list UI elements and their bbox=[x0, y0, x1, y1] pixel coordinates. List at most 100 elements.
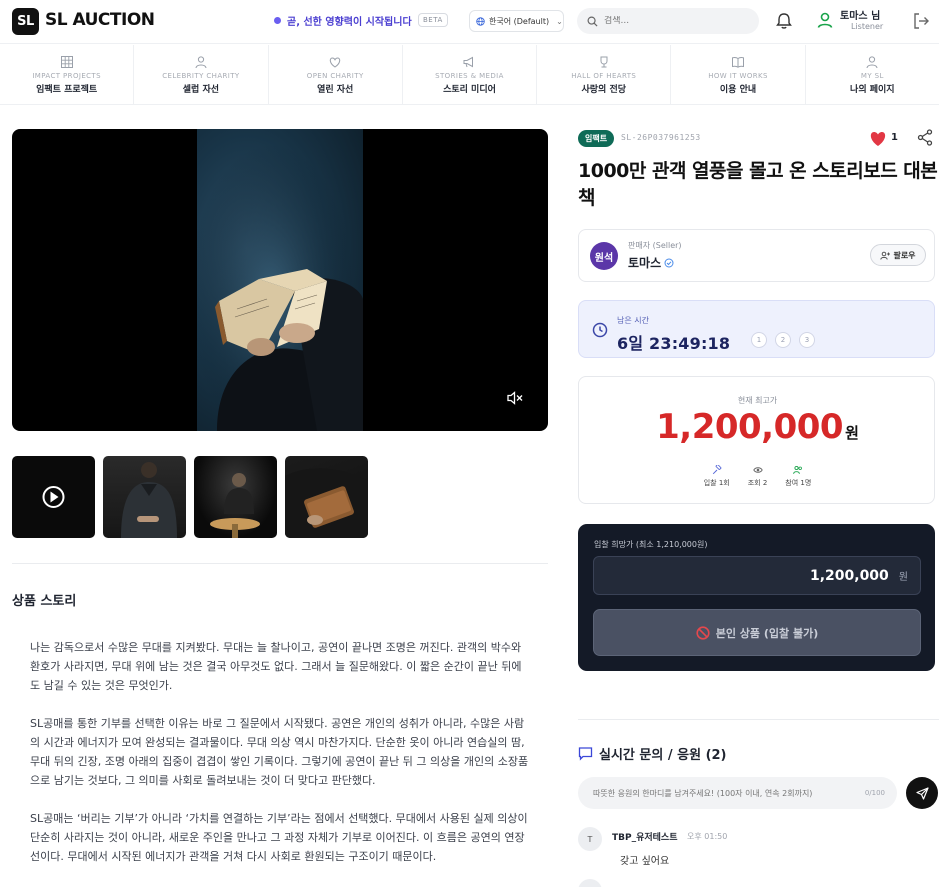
item-code: SL-26P037961253 bbox=[621, 133, 701, 142]
top-header: SL SL AUCTION 곧, 선한 영향력이 시작됩니다 BETA 한국어 … bbox=[0, 0, 939, 44]
share-icon[interactable] bbox=[917, 129, 933, 146]
trophy-icon bbox=[600, 56, 608, 67]
search-icon bbox=[587, 16, 598, 27]
stat-bids-label: 입찰 1회 bbox=[703, 479, 730, 487]
tagline: 곧, 선한 영향력이 시작됩니다 bbox=[274, 13, 412, 28]
story-body: 나는 감독으로서 수많은 무대를 지켜봤다. 무대는 늘 찰나이고, 공연이 끝… bbox=[30, 638, 530, 885]
current-bid-amount: 1,200,000 원 bbox=[579, 407, 936, 447]
search-input[interactable] bbox=[604, 16, 744, 26]
user-name[interactable]: 토마스 님 bbox=[840, 7, 880, 22]
nav-item-open-charity[interactable]: OPEN CHARITY 열린 자선 bbox=[269, 45, 403, 104]
comment-avatar: T bbox=[578, 827, 602, 851]
search-box[interactable] bbox=[577, 8, 759, 34]
nav-en-label: CELEBRITY CHARITY bbox=[162, 71, 240, 80]
seller-card: 원석 판매자 (Seller) 토마스 팔로우 bbox=[578, 229, 935, 282]
user-role: Listener bbox=[851, 22, 884, 31]
current-bid-label: 현재 최고가 bbox=[737, 396, 778, 405]
nav-item-how-it-works[interactable]: HOW IT WORKS 이용 안내 bbox=[671, 45, 806, 104]
tagline-text: 곧, 선한 영향력이 시작됩니다 bbox=[287, 17, 412, 28]
bid-amount-input[interactable]: 1,200,000 원 bbox=[593, 556, 921, 595]
story-paragraph: SL공매를 통한 기부를 선택한 이유는 바로 그 질문에서 시작됐다. 공연은… bbox=[30, 717, 529, 787]
language-select[interactable]: 한국어 (Default) ⌄ bbox=[469, 10, 564, 32]
comment-input-box[interactable]: 0/100 bbox=[578, 777, 897, 809]
nav-en-label: MY SL bbox=[860, 71, 884, 80]
media-thumbnails bbox=[12, 456, 368, 538]
eye-icon bbox=[752, 467, 763, 473]
seller-name-text: 토마스 bbox=[628, 256, 662, 270]
thumbnail-image[interactable] bbox=[194, 456, 277, 538]
time-value: 6일 23:49:18 bbox=[617, 334, 731, 353]
nav-ko-label: 셀럽 자선 bbox=[182, 84, 220, 95]
current-bid-card: 현재 최고가 1,200,000 원 입찰 1회 조회 2 참여 1명 bbox=[578, 376, 935, 504]
nav-ko-label: 스토리 미디어 bbox=[443, 84, 496, 95]
nav-item-celebrity-charity[interactable]: CELEBRITY CHARITY 셀럽 자선 bbox=[134, 45, 269, 104]
nav-item-stories-media[interactable]: STORIES & MEDIA 스토리 미디어 bbox=[403, 45, 538, 104]
follow-button[interactable]: 팔로우 bbox=[870, 244, 926, 266]
nav-ko-label: 사랑의 전당 bbox=[581, 84, 627, 95]
qa-title: 실시간 문의 / 응원 (2) bbox=[599, 748, 727, 763]
step-indicator: 3 bbox=[799, 332, 815, 348]
bell-icon[interactable] bbox=[774, 11, 794, 31]
beta-badge: BETA bbox=[418, 13, 448, 27]
comment-text: 갖고 싶어요 bbox=[620, 856, 670, 867]
user-plus-icon bbox=[880, 251, 891, 260]
globe-icon bbox=[476, 16, 485, 26]
stat-participants: 참여 1명 bbox=[785, 465, 811, 488]
send-button[interactable] bbox=[906, 777, 938, 809]
bid-panel: 입찰 희망가 (최소 1,210,000원) 1,200,000 원 본인 상품… bbox=[578, 524, 935, 671]
nav-item-my-sl[interactable]: MY SL 나의 페이지 bbox=[806, 45, 939, 104]
story-title: 상품 스토리 bbox=[12, 594, 77, 609]
users-icon bbox=[793, 465, 803, 474]
bid-input-value: 1,200,000 bbox=[809, 567, 889, 584]
nav-ko-label: 나의 페이지 bbox=[850, 84, 895, 95]
stat-bids: 입찰 1회 bbox=[704, 465, 730, 488]
nav-en-label: HOW IT WORKS bbox=[708, 71, 768, 80]
logo-text[interactable]: SL AUCTION bbox=[45, 10, 155, 30]
main-video-player[interactable] bbox=[12, 129, 548, 431]
current-bid-value: 1,200,000 bbox=[656, 407, 844, 447]
story-paragraph: SL공매는 ‘버리는 기부’가 아니라 ‘가치를 연결하는 기부’라는 점에서 … bbox=[30, 812, 528, 863]
thumbnail-image[interactable] bbox=[103, 456, 186, 538]
nav-item-hall-of-hearts[interactable]: HALL OF HEARTS 사랑의 전당 bbox=[537, 45, 672, 104]
bid-input-label: 입찰 희망가 (최소 1,210,000원) bbox=[594, 540, 708, 549]
step-indicator: 2 bbox=[775, 332, 791, 348]
thumbnail-image[interactable] bbox=[285, 456, 368, 538]
bid-submit-button[interactable]: 본인 상품 (입찰 불가) bbox=[593, 609, 921, 656]
stat-views: 조회 2 bbox=[748, 465, 767, 488]
video-frame bbox=[197, 129, 363, 431]
chat-icon bbox=[578, 747, 593, 761]
nav-ko-label: 임팩트 프로젝트 bbox=[36, 84, 98, 95]
person-icon bbox=[866, 55, 878, 68]
play-icon bbox=[42, 486, 65, 508]
megaphone-icon bbox=[463, 56, 474, 67]
heart-icon[interactable] bbox=[868, 129, 888, 147]
logout-icon[interactable] bbox=[911, 11, 931, 31]
bid-submit-label: 본인 상품 (입찰 불가) bbox=[715, 626, 819, 640]
main-nav: IMPACT PROJECTS 임팩트 프로젝트 CELEBRITY CHARI… bbox=[0, 45, 939, 105]
chevron-down-icon: ⌄ bbox=[556, 16, 563, 26]
clock-icon bbox=[592, 322, 608, 338]
gavel-icon bbox=[712, 465, 722, 475]
seller-label: 판매자 (Seller) bbox=[628, 241, 682, 250]
thumbnail-video[interactable] bbox=[12, 456, 95, 538]
logo-badge[interactable]: SL bbox=[12, 8, 39, 35]
user-icon[interactable] bbox=[816, 11, 834, 29]
seller-avatar[interactable]: 원석 bbox=[590, 242, 618, 270]
nav-item-impact-projects[interactable]: IMPACT PROJECTS 임팩트 프로젝트 bbox=[0, 45, 135, 104]
char-count: 0/100 bbox=[864, 789, 885, 797]
nav-ko-label: 이용 안내 bbox=[719, 84, 757, 95]
currency-unit: 원 bbox=[845, 424, 859, 442]
comment-input[interactable] bbox=[593, 788, 853, 798]
seller-name[interactable]: 토마스 bbox=[628, 254, 674, 271]
nav-en-label: OPEN CHARITY bbox=[306, 71, 364, 80]
nav-en-label: HALL OF HEARTS bbox=[571, 71, 637, 80]
nav-en-label: STORIES & MEDIA bbox=[435, 71, 504, 80]
comment-author: TBP_유저테스트 bbox=[612, 833, 678, 843]
language-label: 한국어 (Default) bbox=[489, 16, 550, 26]
heart-icon bbox=[330, 56, 341, 68]
bid-stats: 입찰 1회 조회 2 참여 1명 bbox=[579, 465, 936, 488]
nav-en-label: IMPACT PROJECTS bbox=[32, 71, 101, 80]
mute-icon[interactable] bbox=[506, 390, 524, 406]
send-icon bbox=[915, 786, 929, 800]
like-count: 1 bbox=[891, 132, 898, 143]
